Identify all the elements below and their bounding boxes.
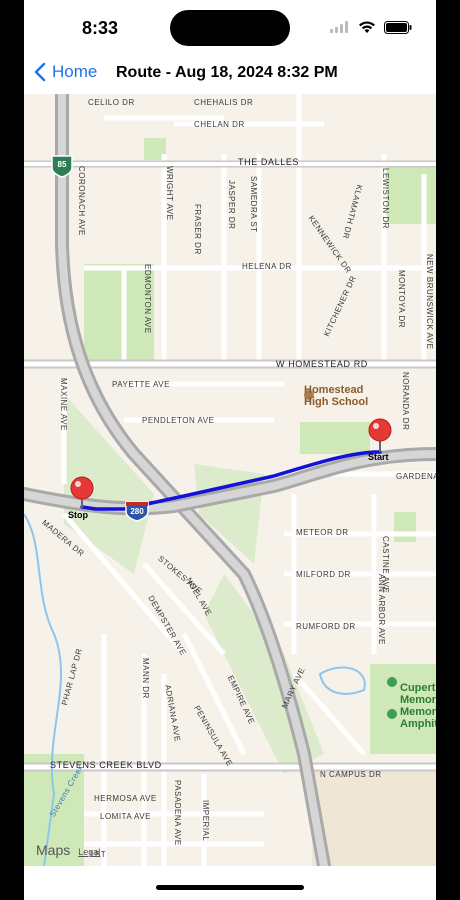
road-label: NEW BRUNSWICK AVE [425,254,434,350]
navigation-bar: Home Route - Aug 18, 2024 8:32 PM [24,56,436,94]
poi-label: Memor [400,706,436,718]
road-label: PASADENA AVE [173,780,182,846]
route-map[interactable]: CELILO DR CHEHALIS DR CHELAN DR THE DALL… [24,94,436,866]
poi-label: Cupertino [400,682,436,694]
interstate-280-label: 280 [130,507,144,516]
road-label: MONTOYA DR [397,270,406,329]
road-label: METEOR DR [296,528,349,537]
poi-label: Homestead [304,384,364,396]
road-label: RUMFORD DR [296,622,356,631]
road-label: HELENA DR [242,262,292,271]
road-label: SAMEDRA ST [249,176,258,233]
road-label: MAXINE AVE [59,378,68,431]
road-label: NORANDA DR [401,372,410,431]
battery-icon [384,20,412,34]
road-label: WRIGHT AVE [165,166,174,221]
road-label: MANN DR [141,658,150,699]
road-label: STEVENS CREEK BLVD [50,760,162,770]
road-label: LEWISTON DR [381,168,390,229]
road-label: HERMOSA AVE [94,794,157,803]
poi-homestead-high-school[interactable]: Homestead High School [304,384,368,408]
wifi-icon [359,21,375,33]
road-label: GARDENA [396,472,436,481]
park-area [300,422,370,454]
screen: 8:33 Home Route - Aug 18, 2024 8:32 PM C… [24,0,436,900]
poi-label: Memor [400,694,436,706]
status-icons [330,20,412,34]
start-pin-icon [368,418,392,452]
maps-logo: Maps [36,842,71,858]
road-label: FRASER DR [193,204,202,255]
highway-85-label: 85 [57,160,67,169]
poi-cupertino-memorial[interactable]: Cupertino Memor Memor Amphit [400,682,436,730]
poi-label: Amphit [400,718,436,730]
road-label: THE DALLES [238,157,300,167]
campus-area [312,764,436,866]
status-time: 8:33 [82,18,119,38]
poi-label: High School [304,396,369,408]
device-frame-right [436,0,460,900]
dynamic-island [170,10,290,46]
road-label: MILFORD DR [296,570,351,579]
cellular-signal-icon [330,21,348,33]
road-label: ANN ARBOR AVE [377,574,386,645]
road-label: CORONACH AVE [77,166,86,236]
map-attribution: Maps Legal [36,842,100,858]
start-label: Start [368,452,389,462]
back-button[interactable]: Home [34,62,97,82]
road-label: W HOMESTEAD RD [276,359,368,369]
page-title: Route - Aug 18, 2024 8:32 PM [116,64,338,81]
road-label: CHELAN DR [194,120,245,129]
chevron-left-icon [34,62,46,82]
status-bar: 8:33 [24,0,436,56]
device-frame-left [0,0,24,900]
road-label: PENDLETON AVE [142,416,215,425]
road-label: PAYETTE AVE [112,380,170,389]
back-button-label: Home [52,62,98,81]
pond [318,666,366,695]
park-area [384,164,436,224]
road-label: IMPERIAL [201,800,210,842]
road-label: EDMONTON AVE [143,264,152,334]
legal-link[interactable]: Legal [78,847,100,857]
road-label: JASPER DR [227,180,236,230]
road-label: CHEHALIS DR [194,98,254,107]
home-indicator[interactable] [156,885,304,890]
stop-label: Stop [68,510,88,520]
road-label: LOMITA AVE [100,812,151,821]
road-label: N CAMPUS DR [320,770,382,779]
road-label: CELILO DR [88,98,135,107]
park-area [394,512,416,542]
